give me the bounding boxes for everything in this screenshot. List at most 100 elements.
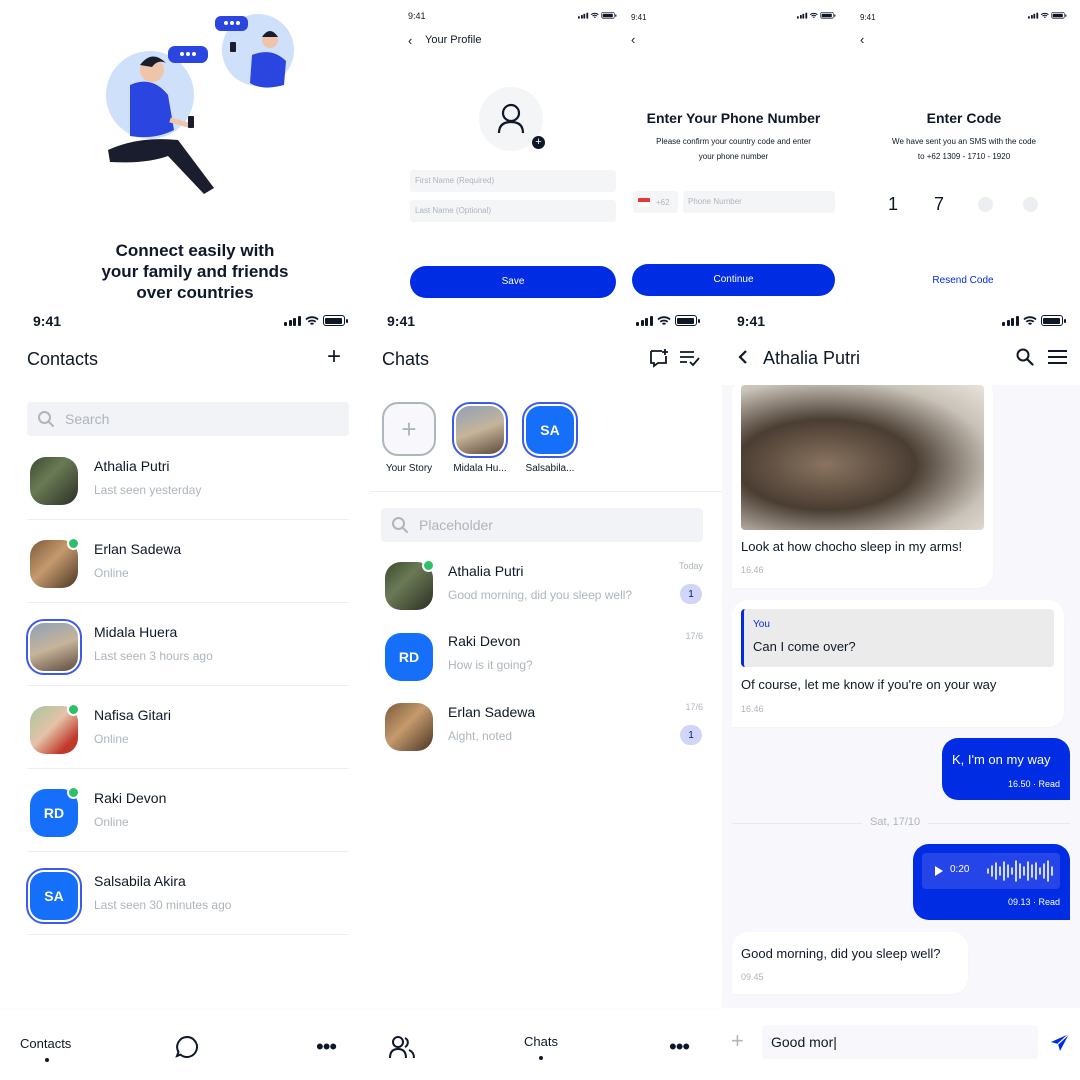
reply-quote[interactable]: You Can I come over? [741, 609, 1054, 667]
page-title: Enter Your Phone Number [646, 110, 821, 126]
page-title: Chats [382, 349, 430, 369]
chat-preview: Aight, noted [448, 729, 513, 743]
message-bubble-outgoing[interactable]: K, I'm on my way 16.50 · Read [942, 738, 1070, 800]
code-digit-2[interactable]: 7 [934, 194, 944, 215]
menu-icon[interactable] [1048, 350, 1067, 364]
unread-badge: 1 [680, 584, 702, 604]
story-label: Midala Hu... [453, 463, 507, 474]
flag-icon [638, 198, 650, 206]
list-item[interactable]: SA Salsabila Akira Last seen 30 minutes … [0, 865, 370, 940]
active-dot [45, 1058, 49, 1062]
contact-name: Midala Huera [94, 624, 178, 640]
contact-status: Online [94, 566, 129, 580]
more-icon[interactable]: ••• [316, 1034, 337, 1060]
list-item[interactable]: Nafisa Gitari Online [0, 699, 370, 774]
status-time: 9:41 [737, 313, 766, 329]
contacts-screen: 9:41 Contacts + Search Athalia Putri Las… [0, 305, 370, 1080]
divider [27, 685, 349, 686]
avatar-placeholder[interactable]: + [479, 87, 545, 151]
list-item[interactable]: Athalia Putri Last seen yesterday [0, 450, 370, 525]
country-code-field[interactable]: +62 [633, 191, 678, 213]
conversation-screen: 9:41 Athalia Putri Look at how chocho sl… [722, 305, 1080, 1080]
phone-number-field[interactable]: Phone Number [683, 191, 835, 213]
code-screen: 9:41 ‹ Enter Code We have sent you an SM… [850, 0, 1080, 305]
status-icons [1028, 12, 1067, 19]
last-name-field[interactable]: Last Name (Optional) [410, 200, 616, 222]
chat-date: 17/6 [685, 631, 703, 641]
waveform-icon [987, 860, 1053, 882]
resend-code-link[interactable]: Resend Code [850, 275, 1076, 286]
story-item[interactable] [452, 402, 508, 458]
back-button[interactable]: ‹ [408, 33, 412, 48]
chat-preview: How is it going? [448, 658, 533, 672]
status-time: 9:41 [631, 13, 647, 22]
users-icon[interactable] [388, 1034, 416, 1060]
phone-screen: 9:41 ‹ Enter Your Phone Number Please co… [625, 0, 845, 305]
search-input[interactable]: Placeholder [381, 508, 703, 542]
story-item[interactable]: SA [522, 402, 578, 458]
unread-badge: 1 [680, 725, 702, 745]
save-button[interactable]: Save [410, 266, 616, 298]
message-bubble-incoming[interactable]: Good morning, did you sleep well? 09.45 [732, 932, 968, 994]
divider [27, 768, 349, 769]
onboarding-screen: Connect easily with your family and frie… [0, 0, 390, 305]
attach-icon[interactable]: + [731, 1028, 744, 1054]
status-time: 9:41 [33, 313, 62, 329]
search-icon[interactable] [1016, 348, 1034, 366]
list-item[interactable]: Erlan Sadewa Online [0, 533, 370, 608]
contact-name: Salsabila Akira [94, 873, 186, 889]
status-time: 9:41 [408, 11, 426, 21]
chat-row[interactable]: RD Raki Devon How is it going? 17/6 [370, 625, 722, 695]
message-bubble-incoming[interactable]: You Can I come over? Of course, let me k… [732, 600, 1064, 727]
code-digit-1[interactable]: 1 [888, 194, 898, 215]
read-all-icon[interactable] [678, 349, 700, 367]
page-title: Contacts [27, 349, 99, 369]
nav-chats[interactable]: Chats [524, 1034, 558, 1049]
more-icon[interactable]: ••• [669, 1034, 690, 1060]
page-subtitle: Please confirm your country code and ent… [656, 137, 811, 161]
chat-row[interactable]: Athalia Putri Good morning, did you slee… [370, 555, 722, 625]
divider [27, 934, 349, 935]
message-bubble-incoming[interactable]: Look at how chocho sleep in my arms! 16.… [732, 377, 993, 588]
online-indicator [67, 786, 80, 799]
contact-status: Last seen yesterday [94, 483, 202, 497]
send-icon[interactable] [1050, 1033, 1070, 1053]
message-input[interactable]: Good mor| [762, 1025, 1038, 1059]
divider [27, 519, 349, 520]
story-add[interactable]: + [382, 402, 436, 456]
play-icon[interactable] [935, 866, 943, 876]
message-photo[interactable] [741, 385, 984, 530]
status-icons [284, 315, 348, 326]
list-item[interactable]: Midala Huera Last seen 3 hours ago [0, 616, 370, 691]
search-input[interactable]: Search [27, 402, 349, 436]
contact-name: Raki Devon [94, 790, 167, 806]
date-separator: Sat, 17/10 [862, 816, 929, 828]
chat-bubble-icon[interactable] [174, 1034, 200, 1060]
contact-status: Online [94, 815, 129, 829]
voice-message-outgoing[interactable]: 0:20 09.13 · Read [913, 844, 1070, 920]
plus-icon[interactable]: + [327, 345, 341, 369]
divider [27, 851, 349, 852]
status-icons [636, 315, 700, 326]
chat-preview: Good morning, did you sleep well? [448, 588, 633, 602]
contact-name: Erlan Sadewa [94, 541, 182, 557]
chat-row[interactable]: Erlan Sadewa Aight, noted 17/6 1 [370, 696, 722, 766]
back-arrow-icon[interactable] [736, 349, 750, 365]
status-icons [797, 12, 836, 19]
nav-contacts[interactable]: Contacts [20, 1036, 71, 1051]
status-icons [1002, 315, 1066, 326]
back-button[interactable]: ‹ [860, 32, 864, 47]
voice-player[interactable]: 0:20 [922, 853, 1060, 889]
list-item[interactable]: RD Raki Devon Online [0, 782, 370, 857]
code-digit-4[interactable] [1023, 197, 1038, 212]
add-photo-icon[interactable]: + [532, 136, 545, 149]
story-label: Your Story [385, 463, 433, 474]
back-button[interactable]: ‹ [631, 32, 635, 47]
conversation-header: 9:41 Athalia Putri [722, 305, 1080, 385]
continue-button[interactable]: Continue [632, 264, 835, 296]
chat-date: Today [678, 561, 703, 571]
profile-screen: 9:41 ‹ Your Profile + First Name (Requir… [400, 0, 625, 305]
first-name-field[interactable]: First Name (Required) [410, 170, 616, 192]
code-digit-3[interactable] [978, 197, 993, 212]
new-chat-icon[interactable] [648, 347, 670, 369]
